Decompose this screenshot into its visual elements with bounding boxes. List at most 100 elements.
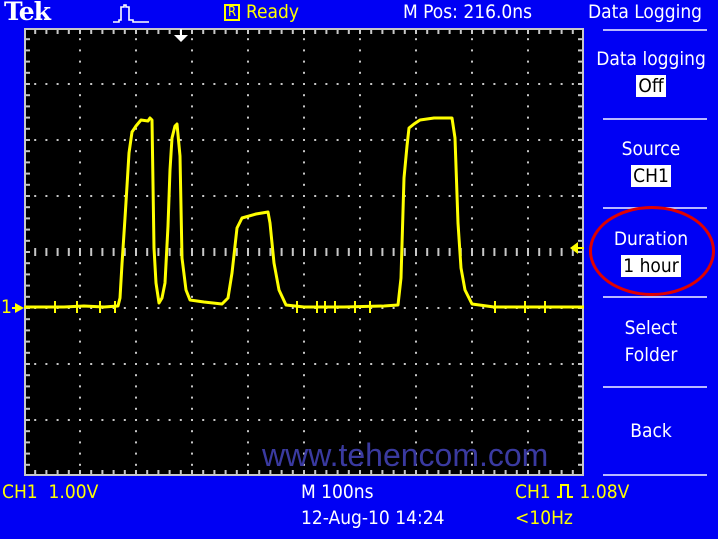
grid-dot (527, 150, 529, 153)
edge-tick (24, 318, 30, 321)
select-folder-button[interactable]: Select Folder (584, 315, 718, 369)
grid-dot (415, 217, 417, 220)
grid-dot (359, 407, 361, 410)
back-button[interactable]: Back (584, 418, 718, 445)
edge-tick (24, 183, 30, 186)
grid-dot (213, 363, 216, 365)
edge-tick (336, 28, 339, 34)
grid-dot (571, 363, 574, 365)
grid-dot (191, 307, 193, 309)
grid-dot (471, 430, 473, 433)
grid-dot (392, 83, 395, 85)
grid-dot (325, 195, 328, 197)
trigger-level-marker-icon[interactable] (570, 240, 584, 260)
grid-dot (426, 419, 429, 421)
grid-dot (504, 363, 507, 365)
grid-dot (415, 94, 417, 97)
center-axis-tick (34, 248, 37, 256)
grid-dot (135, 228, 137, 231)
center-axis-tick (56, 248, 59, 256)
grid-dot (482, 83, 485, 85)
grid-dot (359, 150, 361, 153)
grid-dot (303, 430, 305, 433)
grid-dot (415, 385, 417, 388)
grid-dot (79, 374, 81, 377)
grid-dot (471, 172, 473, 175)
grid-dot (471, 127, 473, 130)
grid-dot (482, 363, 485, 365)
source-button[interactable]: Source CH1 (584, 136, 718, 190)
grid-dot (359, 340, 361, 343)
grid-dot (135, 441, 137, 444)
grid-dot (303, 385, 305, 388)
grid-dot (359, 239, 361, 242)
grid-dot (179, 139, 182, 141)
grid-dot (538, 195, 541, 197)
grid-dot (359, 161, 361, 164)
menu-separator (603, 296, 707, 298)
trigger-position-marker-icon[interactable] (173, 28, 189, 47)
grid-dot (247, 463, 249, 466)
grid-dot (191, 329, 193, 332)
grid-dot (314, 83, 317, 85)
grid-dot (459, 363, 462, 365)
grid-dot (45, 83, 48, 85)
grid-dot (79, 183, 81, 186)
grid-dot (527, 105, 529, 108)
grid-dot (191, 262, 193, 265)
grid-dot (280, 363, 283, 365)
grid-dot (471, 295, 473, 298)
grid-dot (314, 195, 317, 197)
grid-dot (303, 83, 305, 85)
grid-dot (303, 363, 305, 365)
grid-dot (448, 139, 451, 141)
grid-dot (336, 419, 339, 421)
center-axis-tick (224, 248, 227, 256)
grid-dot (527, 273, 529, 276)
grid-dot (235, 195, 238, 197)
grid-dot (448, 363, 451, 365)
grid-dot (571, 419, 574, 421)
grid-dot (571, 83, 574, 85)
center-axis-tick (515, 248, 518, 256)
timebase[interactable]: M 100ns (301, 481, 374, 503)
grid-dot (471, 83, 473, 85)
grid-dot (45, 195, 48, 197)
trigger-readout[interactable]: CH1 1.08V (515, 481, 629, 503)
grid-dot (471, 28, 473, 29)
grid-dot (415, 407, 417, 410)
grid-dot (303, 351, 305, 354)
grid-dot (168, 419, 171, 421)
center-axis-tick (168, 248, 171, 256)
edge-tick (515, 28, 518, 34)
center-axis-tick (45, 248, 48, 256)
ch1-ground-marker[interactable]: 1 (1, 296, 24, 318)
grid-dot (527, 318, 529, 321)
grid-dot (79, 284, 81, 287)
grid-dot (79, 206, 81, 209)
grid-dot (191, 295, 193, 298)
grid-dot (303, 116, 305, 119)
grid-dot (135, 195, 137, 197)
grid-dot (79, 83, 81, 85)
grid-dot (202, 419, 205, 421)
grid-dot (359, 49, 361, 52)
grid-dot (280, 83, 283, 85)
grid-dot (303, 71, 305, 74)
center-axis-tick (560, 248, 563, 256)
grid-dot (224, 139, 227, 141)
grid-dot (247, 419, 249, 421)
grid-dot (247, 172, 249, 175)
data-logging-button[interactable]: Data logging Off (584, 46, 718, 100)
grid-dot (79, 49, 81, 52)
grid-dot (79, 105, 81, 108)
grid-dot (79, 172, 81, 175)
grid-dot (459, 419, 462, 421)
grid-dot (504, 419, 507, 421)
grid-dot (303, 49, 305, 52)
grid-dot (235, 419, 238, 421)
grid-dot (415, 284, 417, 287)
grid-dot (471, 351, 473, 354)
ch1-vertical-scale[interactable]: CH1 1.00V (2, 481, 98, 503)
noise-spike (54, 301, 56, 313)
